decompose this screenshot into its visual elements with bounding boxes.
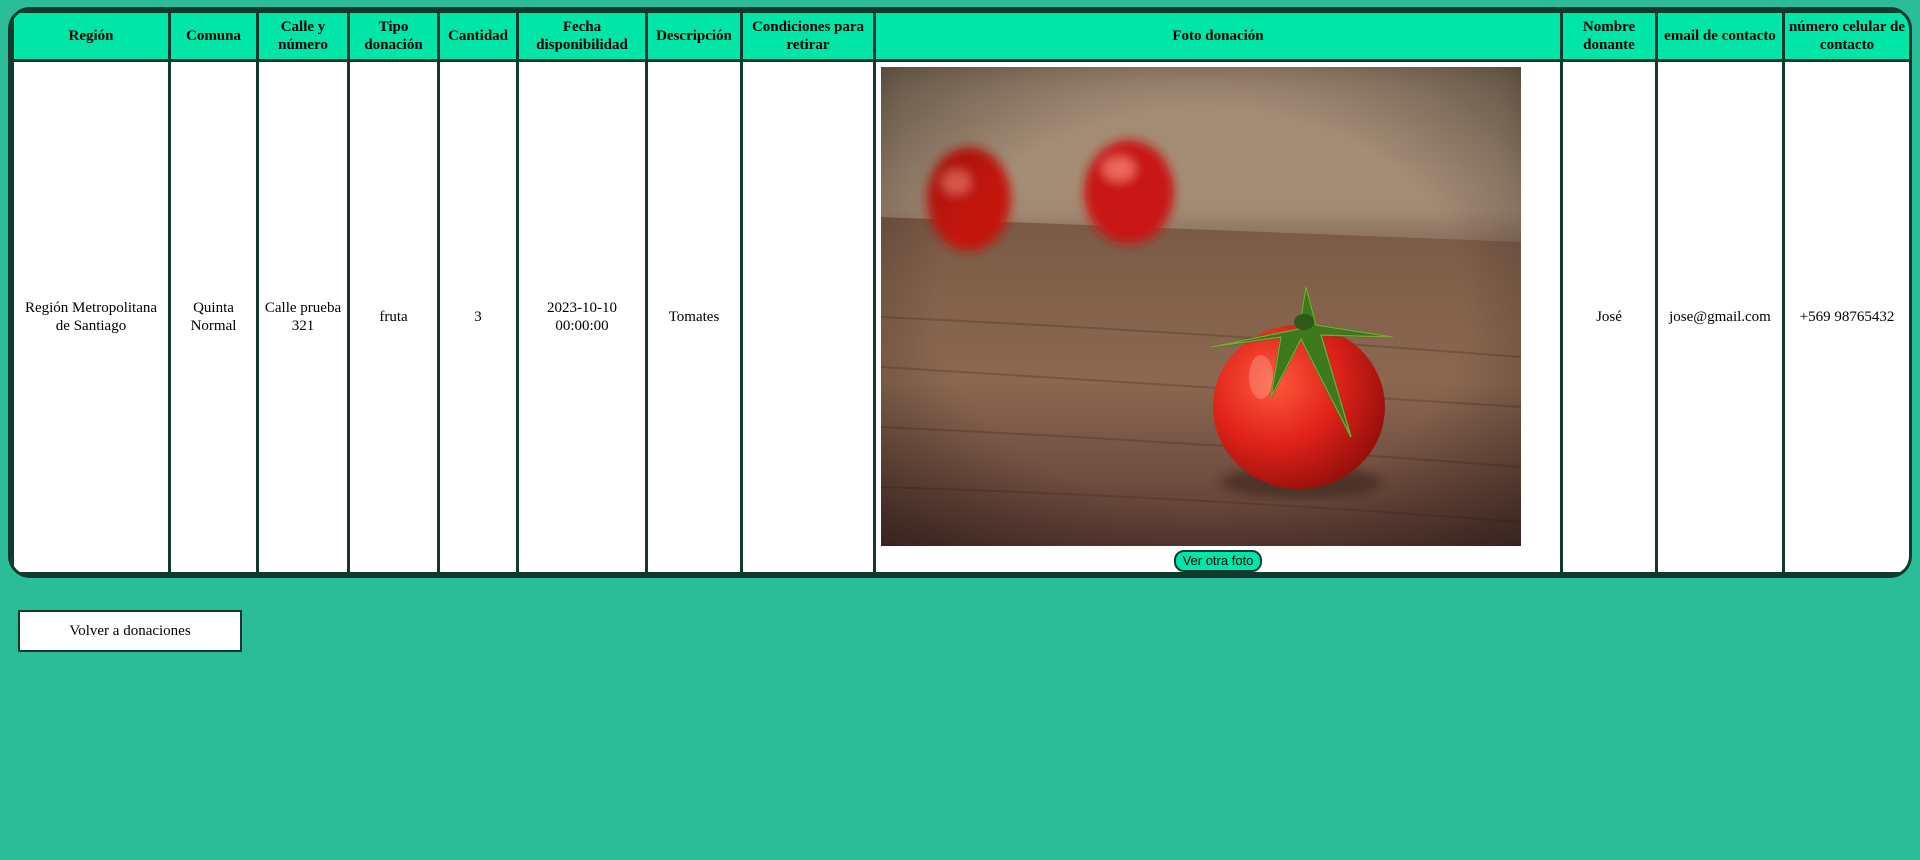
header-email: email de contacto bbox=[1658, 13, 1782, 59]
cell-fecha: 2023-10-10 00:00:00 bbox=[519, 62, 645, 572]
header-comuna: Comuna bbox=[171, 13, 256, 59]
cell-condiciones bbox=[743, 62, 873, 572]
cell-region: Región Metropolitana de Santiago bbox=[14, 62, 168, 572]
cell-email: jose@gmail.com bbox=[1658, 62, 1782, 572]
header-cantidad: Cantidad bbox=[440, 13, 516, 59]
cell-tipo: fruta bbox=[350, 62, 437, 572]
header-fecha: Fecha disponibilidad bbox=[519, 13, 645, 59]
table-header-row: Región Comuna Calle y número Tipo donaci… bbox=[14, 13, 1909, 59]
cell-foto: Ver otra foto bbox=[876, 62, 1560, 572]
header-condiciones: Condiciones para retirar bbox=[743, 13, 873, 59]
header-calle: Calle y número bbox=[259, 13, 347, 59]
header-foto: Foto donación bbox=[876, 13, 1560, 59]
header-region: Región bbox=[14, 13, 168, 59]
cell-calle: Calle prueba 321 bbox=[259, 62, 347, 572]
table-row: Región Metropolitana de Santiago Quinta … bbox=[14, 62, 1909, 572]
next-photo-button[interactable]: Ver otra foto bbox=[1173, 550, 1263, 572]
header-nombre: Nombre donante bbox=[1563, 13, 1655, 59]
donation-photo[interactable] bbox=[881, 67, 1521, 546]
back-to-donations-button[interactable]: Volver a donaciones bbox=[18, 610, 242, 652]
header-tipo: Tipo donación bbox=[350, 13, 437, 59]
cell-nombre: José bbox=[1563, 62, 1655, 572]
cell-celular: +569 98765432 bbox=[1785, 62, 1909, 572]
header-celular: número celular de contacto bbox=[1785, 13, 1909, 59]
header-descripcion: Descripción bbox=[648, 13, 740, 59]
cell-cantidad: 3 bbox=[440, 62, 516, 572]
donation-detail-table: Región Comuna Calle y número Tipo donaci… bbox=[11, 10, 1909, 575]
cell-comuna: Quinta Normal bbox=[171, 62, 256, 572]
cell-descripcion: Tomates bbox=[648, 62, 740, 572]
donation-table-container: Región Comuna Calle y número Tipo donaci… bbox=[8, 7, 1912, 578]
